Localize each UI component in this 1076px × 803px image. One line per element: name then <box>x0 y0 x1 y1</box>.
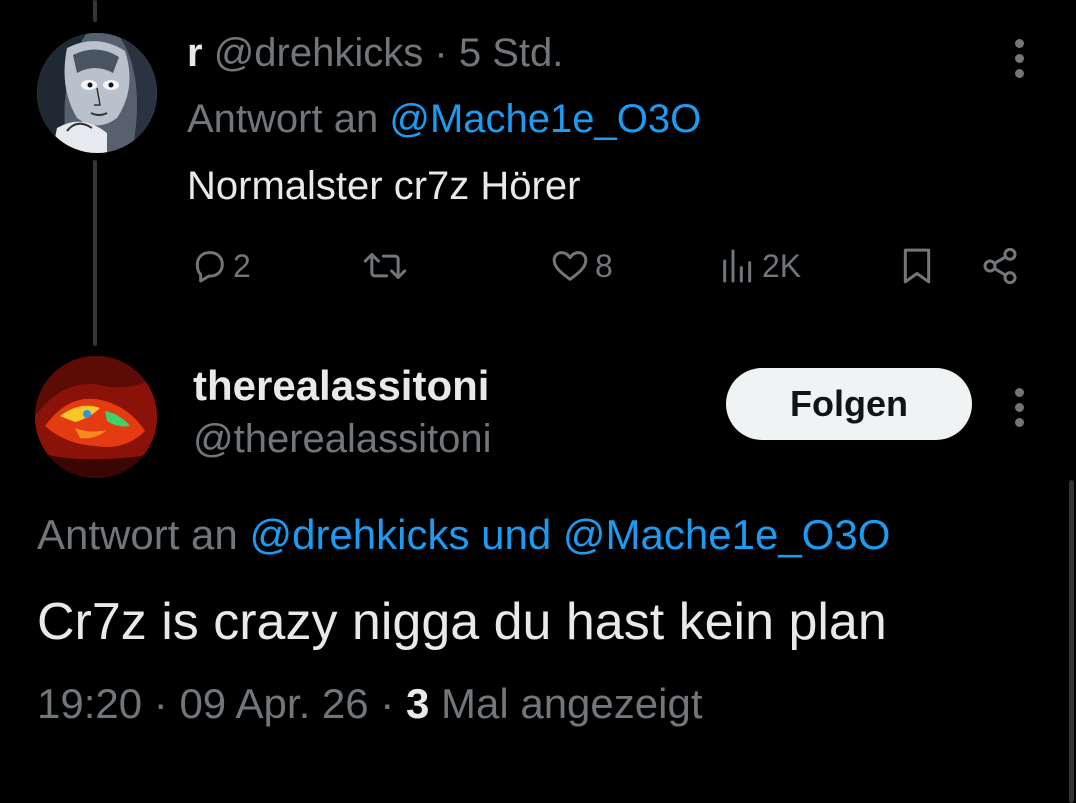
display-name[interactable]: therealassitoni <box>193 360 489 412</box>
views-count: 2K <box>762 247 802 284</box>
reply-prefix: Antwort an <box>37 511 238 558</box>
thread-line <box>93 0 97 22</box>
avatar[interactable] <box>37 33 157 153</box>
more-icon[interactable] <box>1014 388 1026 433</box>
more-icon[interactable] <box>1014 39 1026 84</box>
handle[interactable]: @therealassitoni <box>193 414 492 464</box>
share-button[interactable] <box>979 244 1021 288</box>
reply-joiner: und <box>481 511 552 558</box>
tweet-thread: r @drehkicks · 5 Std. Antwort an @Mache1… <box>0 0 1076 803</box>
tweet-meta: 19:20 · 09 Apr. 26 · 3 Mal angezeigt <box>37 678 703 730</box>
bookmark-icon <box>903 248 931 284</box>
display-name[interactable]: r <box>187 31 203 75</box>
reply-prefix: Antwort an <box>187 97 379 141</box>
thread-line <box>93 160 97 346</box>
tweet-text: Normalster cr7z Hörer <box>187 164 581 208</box>
like-icon <box>552 251 588 281</box>
reply-button[interactable]: 2 <box>189 244 251 288</box>
like-button[interactable]: 8 <box>549 244 613 288</box>
bookmark-button[interactable] <box>897 244 937 288</box>
views-button[interactable]: 2K <box>718 244 801 288</box>
handle[interactable]: @drehkicks <box>214 31 424 75</box>
separator: · <box>380 680 395 727</box>
reply-to-link[interactable]: @Mache1e_O3O <box>389 97 701 141</box>
reply-context: Antwort an @drehkicks und @Mache1e_O3O <box>37 509 890 561</box>
timestamp[interactable]: 5 Std. <box>459 31 564 75</box>
avatar[interactable] <box>35 356 157 478</box>
like-count: 8 <box>595 247 613 284</box>
repost-button[interactable] <box>362 244 412 288</box>
reply-count: 2 <box>233 247 251 284</box>
timestamp[interactable]: 19:20 <box>37 680 142 727</box>
views-icon <box>723 249 752 283</box>
views-label: Mal angezeigt <box>441 680 703 727</box>
separator: · <box>434 31 448 75</box>
share-icon <box>983 247 1017 285</box>
reply-to-link[interactable]: @Mache1e_O3O <box>563 511 890 558</box>
scrollbar[interactable] <box>1069 480 1074 803</box>
separator: · <box>153 680 168 727</box>
tweet-text: Cr7z is crazy nigga du hast kein plan <box>37 593 887 651</box>
reply-to-link[interactable]: @drehkicks <box>249 511 469 558</box>
reply-icon <box>195 251 224 283</box>
tweet1-header: r @drehkicks · 5 Std. <box>187 28 563 78</box>
repost-icon <box>363 253 407 279</box>
views-count: 3 <box>405 680 430 727</box>
date[interactable]: 09 Apr. 26 <box>179 680 368 727</box>
reply-context: Antwort an @Mache1e_O3O <box>187 94 701 144</box>
follow-button[interactable]: Folgen <box>726 368 972 440</box>
